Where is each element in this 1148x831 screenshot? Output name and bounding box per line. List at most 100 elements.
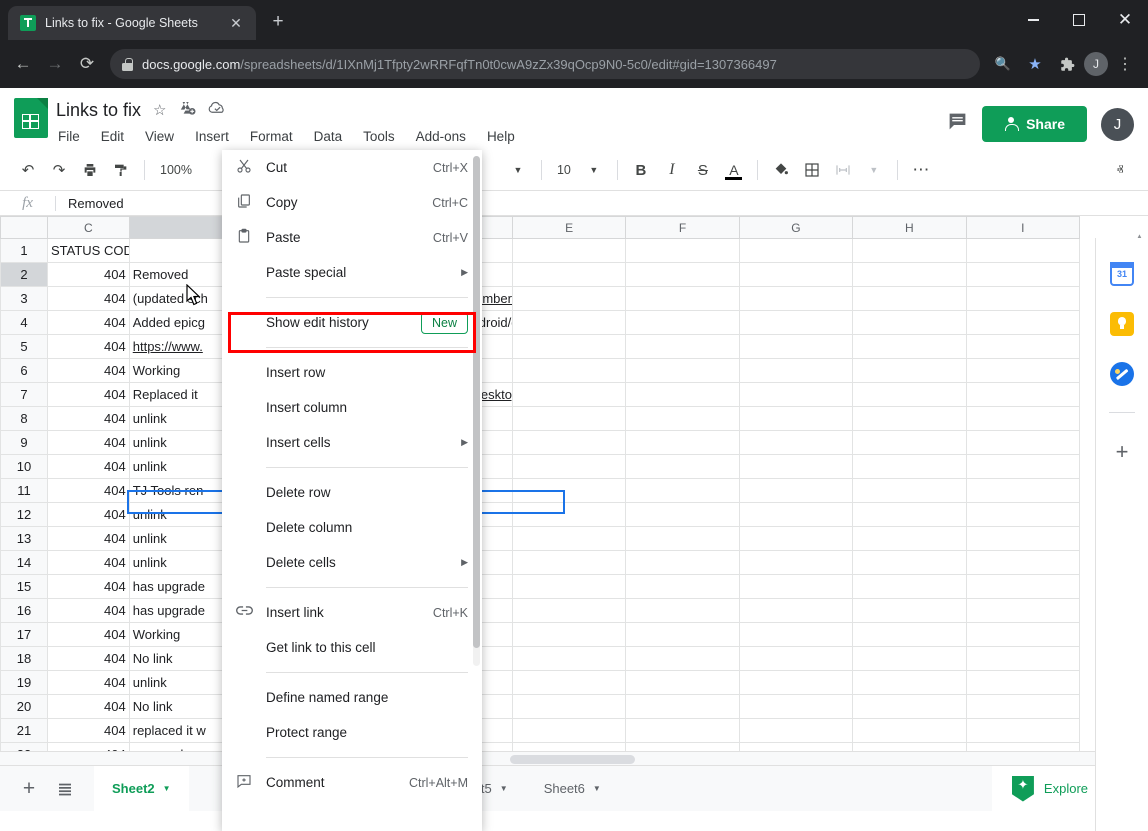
menu-help[interactable]: Help <box>485 128 517 145</box>
row-header[interactable]: 14 <box>1 551 48 575</box>
menu-item-comment[interactable]: CommentCtrl+Alt+M <box>222 765 482 800</box>
row-header[interactable]: 20 <box>1 695 48 719</box>
cell-empty[interactable] <box>853 263 966 287</box>
column-header-C[interactable]: C <box>48 217 130 239</box>
cell-empty[interactable] <box>739 695 852 719</box>
horizontal-scrollbar[interactable]: ◀ ▶ <box>0 751 1148 765</box>
italic-button[interactable]: I <box>658 156 686 184</box>
cell-empty[interactable] <box>966 599 1080 623</box>
cell-empty[interactable] <box>512 311 625 335</box>
cell-empty[interactable] <box>626 503 739 527</box>
cell-empty[interactable] <box>626 623 739 647</box>
cell-C[interactable]: 404 <box>48 311 130 335</box>
cell-empty[interactable] <box>739 431 852 455</box>
print-icon[interactable] <box>76 156 104 184</box>
menu-item-get-link-to-this-cell[interactable]: Get link to this cell <box>222 630 482 665</box>
cell-empty[interactable] <box>739 527 852 551</box>
menu-addons[interactable]: Add-ons <box>414 128 468 145</box>
cell-C[interactable]: 404 <box>48 575 130 599</box>
cell-empty[interactable] <box>739 743 852 752</box>
collapse-toolbar-icon[interactable]: ⱏ <box>1106 156 1134 184</box>
cell-empty[interactable] <box>512 407 625 431</box>
menu-file[interactable]: File <box>56 128 82 145</box>
cell-empty[interactable] <box>626 671 739 695</box>
cell-empty[interactable] <box>739 575 852 599</box>
document-title[interactable]: Links to fix <box>56 100 141 121</box>
menu-item-delete-cells[interactable]: Delete cells▶ <box>222 545 482 580</box>
cell-context-menu[interactable]: CutCtrl+XCopyCtrl+CPasteCtrl+VPaste spec… <box>222 150 482 831</box>
row-header[interactable]: 6 <box>1 359 48 383</box>
cell-empty[interactable] <box>512 647 625 671</box>
cell-empty[interactable] <box>512 455 625 479</box>
cell-C[interactable]: 404 <box>48 263 130 287</box>
cell-empty[interactable] <box>853 719 966 743</box>
cell-empty[interactable] <box>512 263 625 287</box>
menu-scrollbar[interactable] <box>473 156 480 666</box>
cell-C[interactable]: 404 <box>48 527 130 551</box>
row-header[interactable]: 19 <box>1 671 48 695</box>
font-dropdown-caret-icon[interactable]: ▼ <box>504 156 532 184</box>
cell-C[interactable]: 404 <box>48 551 130 575</box>
cell-empty[interactable] <box>512 527 625 551</box>
cell-empty[interactable] <box>626 335 739 359</box>
menu-format[interactable]: Format <box>248 128 295 145</box>
cell-C[interactable]: 404 <box>48 503 130 527</box>
sheet-tab-sheet6[interactable]: Sheet6 ▼ <box>526 766 619 811</box>
row-header[interactable]: 5 <box>1 335 48 359</box>
cell-C[interactable]: 404 <box>48 335 130 359</box>
cell-C[interactable]: 404 <box>48 623 130 647</box>
cell-empty[interactable] <box>739 263 852 287</box>
chrome-profile-avatar[interactable]: J <box>1084 52 1108 76</box>
cell-empty[interactable] <box>853 551 966 575</box>
paint-format-icon[interactable] <box>107 156 135 184</box>
cell-C[interactable]: 404 <box>48 695 130 719</box>
comment-history-icon[interactable] <box>947 111 968 138</box>
cell-empty[interactable] <box>853 455 966 479</box>
row-header[interactable]: 22 <box>1 743 48 752</box>
bookmark-star-icon[interactable]: ★ <box>1020 49 1050 79</box>
cell-empty[interactable] <box>966 311 1080 335</box>
cell-empty[interactable] <box>512 575 625 599</box>
cell-empty[interactable] <box>512 287 625 311</box>
fill-color-icon[interactable] <box>767 156 795 184</box>
cell-empty[interactable] <box>739 407 852 431</box>
cell-empty[interactable] <box>966 335 1080 359</box>
cell-empty[interactable] <box>626 359 739 383</box>
menu-item-insert-cells[interactable]: Insert cells▶ <box>222 425 482 460</box>
cell-empty[interactable] <box>626 383 739 407</box>
cell-empty[interactable] <box>626 311 739 335</box>
cell-empty[interactable] <box>626 287 739 311</box>
google-keep-icon[interactable] <box>1110 312 1134 336</box>
cell-C[interactable]: 404 <box>48 455 130 479</box>
row-header[interactable]: 1 <box>1 239 48 263</box>
cell-empty[interactable] <box>512 623 625 647</box>
row-header[interactable]: 13 <box>1 527 48 551</box>
cell-empty[interactable] <box>966 431 1080 455</box>
share-button[interactable]: Share <box>982 106 1087 142</box>
cell-empty[interactable] <box>966 407 1080 431</box>
cell-empty[interactable] <box>512 479 625 503</box>
cell-C[interactable]: 404 <box>48 407 130 431</box>
cell-empty[interactable] <box>966 695 1080 719</box>
cell-empty[interactable] <box>739 383 852 407</box>
bold-button[interactable]: B <box>627 156 655 184</box>
cell-empty[interactable] <box>853 599 966 623</box>
merge-caret-icon[interactable]: ▼ <box>860 156 888 184</box>
cell-C[interactable]: 404 <box>48 431 130 455</box>
row-header[interactable]: 11 <box>1 479 48 503</box>
menu-tools[interactable]: Tools <box>361 128 397 145</box>
cell-empty[interactable] <box>853 575 966 599</box>
cell-empty[interactable] <box>626 695 739 719</box>
cell-empty[interactable] <box>853 623 966 647</box>
row-header[interactable]: 9 <box>1 431 48 455</box>
merge-cells-icon[interactable] <box>829 156 857 184</box>
spreadsheet-grid[interactable]: C E F G H I 1STATUS CODE2404Removed3404(… <box>0 216 1148 751</box>
cell-empty[interactable] <box>739 671 852 695</box>
redo-button[interactable]: ↷ <box>45 156 73 184</box>
address-bar[interactable]: docs.google.com/spreadsheets/d/1IXnMj1Tf… <box>110 49 980 79</box>
cell-empty[interactable] <box>966 383 1080 407</box>
zoom-icon[interactable]: 🔍 <box>988 49 1018 79</box>
cell-empty[interactable] <box>966 671 1080 695</box>
browser-tab[interactable]: Links to fix - Google Sheets ✕ <box>8 6 256 40</box>
cell-empty[interactable] <box>626 551 739 575</box>
